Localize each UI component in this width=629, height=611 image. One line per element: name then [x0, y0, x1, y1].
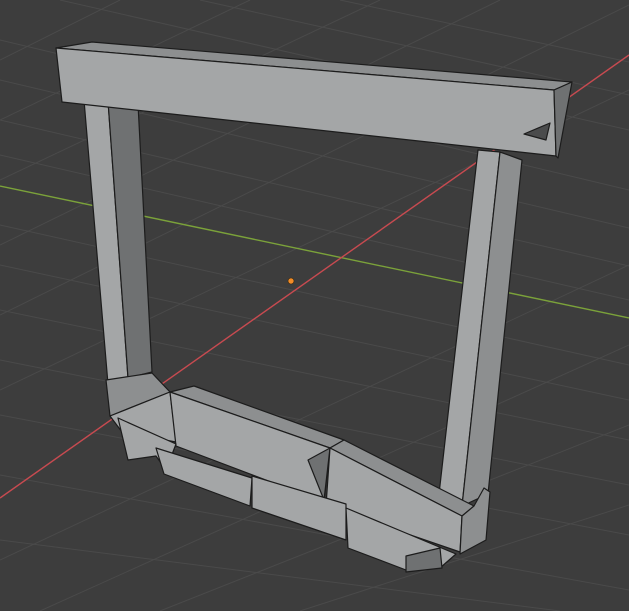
- object-origin-dot[interactable]: [287, 277, 295, 285]
- 3d-viewport[interactable]: [0, 0, 629, 611]
